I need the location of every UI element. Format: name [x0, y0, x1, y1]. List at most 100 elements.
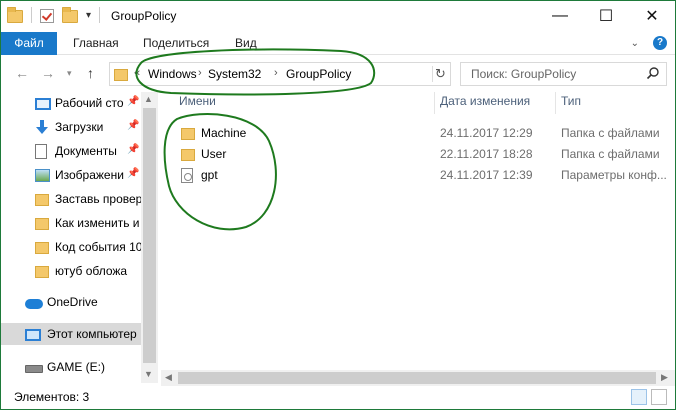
details-view-icon[interactable] [631, 389, 647, 405]
scroll-left-icon[interactable]: ◀ [165, 372, 172, 383]
explorer-window: ▾ GroupPolicy — ☐ ✕ Файл Главная Поделит… [0, 0, 676, 410]
scroll-up-icon[interactable]: ▲ [144, 94, 153, 104]
divider [99, 7, 101, 23]
new-folder-icon[interactable] [62, 6, 78, 23]
nav-pane-scrollbar[interactable]: ▲ ▼ [141, 92, 158, 383]
tab-share[interactable]: Поделиться [131, 32, 221, 55]
large-icons-view-icon[interactable] [651, 389, 667, 405]
file-row-user[interactable]: User 22.11.2017 18:28 Папка с файлами [175, 143, 675, 165]
folder-icon [114, 69, 128, 81]
downloads-icon [35, 120, 49, 134]
pin-icon: 📌 [127, 168, 140, 179]
item-count: Элементов: 3 [14, 390, 90, 404]
folder-icon [7, 6, 23, 23]
file-row-machine[interactable]: Machine 24.11.2017 12:29 Папка с файлами [175, 122, 675, 144]
close-button[interactable]: ✕ [629, 1, 675, 31]
documents-icon [35, 144, 47, 159]
address-bar[interactable]: « Windows › System32 › GroupPolicy ↻ [109, 62, 451, 86]
up-icon[interactable]: ↑ [87, 65, 94, 81]
scrollbar-thumb[interactable] [143, 108, 156, 363]
file-date: 22.11.2017 18:28 [440, 147, 533, 161]
search-placeholder: Поиск: GroupPolicy [471, 67, 577, 81]
maximize-button[interactable]: ☐ [583, 1, 629, 31]
folder-icon [181, 149, 195, 161]
nav-item-label: Этот компьютер [47, 327, 137, 341]
ribbon-right: ⌄ ? [631, 36, 667, 50]
nav-item-onedrive[interactable]: OneDrive [1, 291, 141, 313]
tab-file[interactable]: Файл [1, 32, 57, 55]
nav-item-folder[interactable]: Заставь провер [1, 188, 141, 210]
nav-item-desktop[interactable]: Рабочий сто 📌 [1, 92, 141, 114]
file-list: Имени Дата изменения Тип Machine 24.11.2… [161, 92, 675, 370]
column-header-date[interactable]: Дата изменения [440, 94, 530, 108]
scrollbar-thumb[interactable] [178, 372, 656, 384]
nav-item-label: ютуб обложа [55, 264, 128, 278]
window-controls: — ☐ ✕ [537, 1, 675, 31]
breadcrumb-windows[interactable]: Windows [148, 67, 197, 81]
file-date: 24.11.2017 12:29 [440, 126, 533, 140]
quick-access-toolbar: ▾ [7, 6, 101, 23]
pin-icon: 📌 [127, 144, 140, 155]
help-icon[interactable]: ? [653, 36, 667, 50]
file-list-scrollbar[interactable]: ◀ ▶ [161, 370, 675, 386]
recent-locations-icon[interactable]: ▾ [67, 68, 72, 79]
pin-icon: 📌 [127, 120, 140, 131]
file-name: gpt [201, 168, 218, 182]
nav-item-label: OneDrive [47, 295, 98, 309]
column-header-type[interactable]: Тип [561, 94, 581, 108]
title-bar: ▾ GroupPolicy — ☐ ✕ [1, 1, 675, 31]
scroll-down-icon[interactable]: ▼ [144, 369, 153, 379]
pictures-icon [35, 169, 50, 182]
tab-home[interactable]: Главная [61, 32, 131, 55]
folder-icon [181, 128, 195, 140]
folder-icon [35, 242, 49, 254]
this-pc-icon [25, 329, 41, 341]
nav-item-pictures[interactable]: Изображени 📌 [1, 164, 141, 186]
nav-item-this-pc[interactable]: Этот компьютер [1, 323, 141, 345]
divider [31, 7, 32, 23]
breadcrumb-separator[interactable]: › [198, 67, 202, 79]
column-divider[interactable] [434, 92, 435, 114]
nav-item-folder[interactable]: ютуб обложа [1, 260, 141, 282]
nav-item-label: Код события 10 [55, 240, 141, 254]
tab-view[interactable]: Вид [223, 32, 269, 55]
nav-item-label: Как изменить и [55, 216, 140, 230]
config-file-icon [181, 168, 193, 183]
nav-item-label: Заставь провер [55, 192, 141, 206]
customize-toolbar-icon[interactable]: ▾ [86, 10, 91, 21]
column-header-name[interactable]: Имени [179, 94, 216, 108]
breadcrumb-grouppolicy[interactable]: GroupPolicy [286, 67, 351, 81]
breadcrumb-separator[interactable]: › [274, 67, 278, 79]
file-date: 24.11.2017 12:39 [440, 168, 533, 182]
status-bar: Элементов: 3 [1, 387, 675, 409]
navigation-bar: ← → ▾ ↑ « Windows › System32 › GroupPoli… [1, 56, 675, 92]
breadcrumb-system32[interactable]: System32 [208, 67, 261, 81]
nav-item-folder[interactable]: Код события 10 [1, 236, 141, 258]
view-switcher [631, 389, 667, 405]
nav-item-folder[interactable]: Как изменить и [1, 212, 141, 234]
file-type: Папка с файлами [561, 126, 660, 140]
window-title: GroupPolicy [111, 9, 177, 23]
expand-ribbon-icon[interactable]: ⌄ [631, 38, 639, 49]
search-box[interactable]: Поиск: GroupPolicy [460, 62, 667, 86]
nav-item-documents[interactable]: Документы 📌 [1, 140, 141, 162]
folder-icon [35, 194, 49, 206]
refresh-icon[interactable]: ↻ [432, 66, 448, 82]
nav-item-label: GAME (E:) [47, 360, 106, 374]
search-icon[interactable] [646, 66, 660, 80]
nav-item-downloads[interactable]: Загрузки 📌 [1, 116, 141, 138]
forward-icon[interactable]: → [41, 65, 55, 81]
file-type: Папка с файлами [561, 147, 660, 161]
column-divider[interactable] [555, 92, 556, 114]
back-icon[interactable]: ← [15, 65, 29, 81]
file-row-gpt[interactable]: gpt 24.11.2017 12:39 Параметры конф... [175, 164, 675, 186]
file-type: Параметры конф... [561, 168, 667, 182]
breadcrumb-overflow[interactable]: « [134, 67, 140, 79]
properties-icon[interactable] [40, 8, 54, 23]
drive-icon [25, 365, 43, 373]
scroll-right-icon[interactable]: ▶ [661, 372, 668, 383]
nav-item-drive[interactable]: GAME (E:) [1, 356, 141, 378]
pin-icon: 📌 [127, 96, 140, 107]
desktop-icon [35, 98, 51, 110]
minimize-button[interactable]: — [537, 1, 583, 31]
